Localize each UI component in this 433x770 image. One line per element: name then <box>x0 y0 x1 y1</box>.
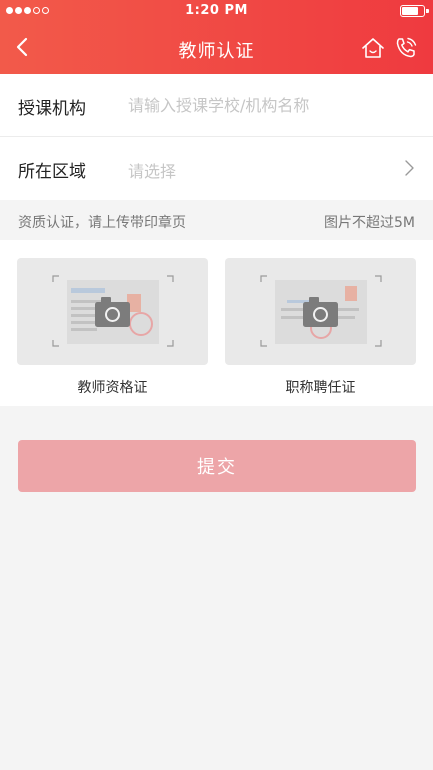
region-label: 所在区域 <box>18 162 86 182</box>
app-header: 1:20 PM 教师认证 <box>0 0 433 74</box>
certificate-placeholder <box>52 275 174 347</box>
phone-icon <box>396 37 417 58</box>
nav-bar: 教师认证 <box>0 22 433 74</box>
upload-section: 教师资格证 职称聘任证 <box>0 240 433 406</box>
region-select[interactable]: 请选择 <box>128 158 176 182</box>
upload-teacher-certificate[interactable] <box>17 258 208 365</box>
certification-form: 授课机构 所在区域 请选择 <box>0 74 433 200</box>
region-row[interactable]: 所在区域 请选择 <box>0 137 433 200</box>
certificate-placeholder <box>260 275 382 347</box>
institution-input[interactable] <box>128 92 418 118</box>
chevron-right-icon <box>405 160 414 176</box>
teacher-certificate-caption: 教师资格证 <box>77 380 148 396</box>
home-button[interactable] <box>360 35 386 61</box>
submit-button[interactable]: 提交 <box>18 440 416 492</box>
note-size-limit: 图片不超过5M <box>324 215 415 231</box>
title-certificate-caption: 职称聘任证 <box>285 380 356 396</box>
status-time: 1:20 PM <box>185 3 248 18</box>
battery-icon <box>400 5 429 17</box>
upload-title-certificate[interactable] <box>225 258 416 365</box>
home-icon <box>362 38 384 58</box>
institution-row: 授课机构 <box>0 74 433 137</box>
upload-note: 资质认证，请上传带印章页 图片不超过5M <box>0 200 433 240</box>
note-requirement: 资质认证，请上传带印章页 <box>18 215 186 231</box>
institution-label: 授课机构 <box>18 99 86 119</box>
status-bar: 1:20 PM <box>0 0 433 22</box>
phone-button[interactable] <box>393 35 419 61</box>
